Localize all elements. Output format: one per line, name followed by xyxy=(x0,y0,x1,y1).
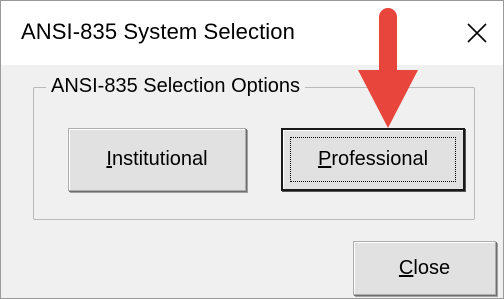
close-label: lose xyxy=(413,256,451,279)
professional-mnemonic: P xyxy=(317,148,332,170)
title-bar[interactable]: ANSI-835 System Selection xyxy=(1,1,503,65)
professional-button[interactable]: Professional xyxy=(281,128,465,191)
institutional-button[interactable]: Institutional xyxy=(68,128,246,191)
down-arrow-annotation-icon xyxy=(358,8,418,130)
institutional-label: nstitutional xyxy=(111,148,208,170)
group-legend: ANSI-835 Selection Options xyxy=(46,75,306,98)
dialog-window: ANSI-835 System Selection ANSI-835 Selec… xyxy=(0,0,504,299)
professional-label: rofessional xyxy=(331,148,429,170)
window-title: ANSI-835 System Selection xyxy=(21,19,295,44)
close-mnemonic: C xyxy=(398,256,414,279)
close-button[interactable]: Close xyxy=(353,241,496,295)
close-x-icon[interactable] xyxy=(457,13,497,53)
